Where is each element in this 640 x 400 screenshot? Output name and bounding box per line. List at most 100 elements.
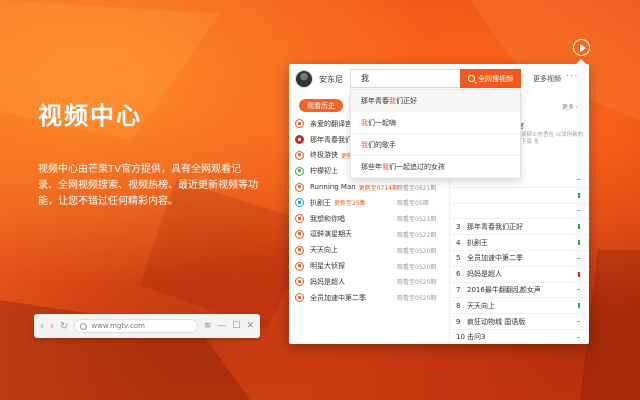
featured-subtitle: 法课谈硕士亦吾在 以法刑新的海华下底 化 bbox=[510, 132, 584, 145]
history-item-progress: 观看至0621期 bbox=[397, 184, 437, 192]
history-item-title: 我想和你唱 bbox=[310, 214, 345, 223]
ranking-number: 10 bbox=[456, 333, 465, 342]
suggestion-pre: 那年青春 bbox=[361, 96, 389, 105]
history-item-progress: 观看至05期 bbox=[397, 200, 429, 208]
ranking-item[interactable]: 5 全员加速中第二季 bbox=[450, 251, 589, 267]
history-item-title: 终极游侠 bbox=[310, 151, 338, 160]
history-item[interactable]: 扒剧王 更新至25集 观看至05期 bbox=[289, 195, 449, 211]
history-item[interactable]: 我想和你唱 观看至0521期 bbox=[289, 211, 449, 227]
history-item-title: 柠檬初上 bbox=[310, 167, 338, 176]
avatar[interactable] bbox=[295, 70, 313, 88]
suggestion-post: 们一起追过的女孩 bbox=[389, 162, 445, 171]
more-videos-link[interactable]: 更多视频 bbox=[533, 74, 561, 84]
forward-icon[interactable]: › bbox=[50, 321, 54, 332]
close-icon[interactable]: ✕ bbox=[246, 321, 254, 331]
channel-icon bbox=[295, 261, 304, 271]
reload-icon[interactable]: ↻ bbox=[60, 321, 68, 332]
search-input[interactable]: 我 bbox=[351, 73, 460, 84]
maximize-icon[interactable]: ☐ bbox=[232, 321, 240, 331]
ranking-number: 8 bbox=[456, 301, 461, 310]
channel-icon bbox=[295, 198, 304, 208]
suggestion-item[interactable]: 我们的歌手 bbox=[351, 134, 520, 156]
play-icon[interactable] bbox=[573, 39, 590, 56]
ranking-title: 疯狂动物城 国语版 bbox=[467, 317, 526, 326]
menu-icon[interactable]: ≡ bbox=[204, 321, 212, 331]
suggestion-item[interactable]: 那年青春我们正好 bbox=[351, 90, 520, 112]
history-item-title: 亲爱的翻译官 bbox=[310, 119, 352, 128]
suggestion-hl: 我 bbox=[361, 140, 368, 149]
ranking-item[interactable] bbox=[450, 188, 589, 204]
ranking-item[interactable]: 3 那年青春我们正好 bbox=[450, 219, 589, 236]
hero-description: 视频中心由芒果TV官方提供，具有全网观看记录、全网视频搜索、视频热榜、最近更新视… bbox=[38, 164, 258, 207]
history-item[interactable]: 天天向上 观看至0520期 bbox=[289, 242, 449, 258]
search-box: 我 全网搜视频 bbox=[350, 69, 521, 88]
suggestion-post: 们的歌手 bbox=[368, 140, 396, 149]
url-bar[interactable]: www.mgtv.com bbox=[74, 319, 198, 333]
featured-title[interactable]: 蜂官 bbox=[510, 122, 589, 131]
channel-icon bbox=[295, 119, 304, 129]
channel-icon bbox=[295, 182, 304, 192]
ranking-item[interactable]: 6 妈妈是超人 bbox=[450, 267, 589, 283]
ranking-item[interactable]: 9 疯狂动物城 国语版 bbox=[450, 314, 589, 330]
ranking-item[interactable]: 10 击问3 bbox=[450, 330, 589, 344]
history-item[interactable]: 逗鲜演星期天 观看至0522期 bbox=[289, 227, 449, 243]
history-item-title: 全员加速中第二季 bbox=[310, 293, 366, 302]
ranking-item[interactable] bbox=[450, 204, 589, 220]
hero-title: 视频中心 bbox=[38, 102, 142, 130]
suggestion-hl: 我 bbox=[382, 162, 389, 171]
channel-icon bbox=[295, 229, 304, 239]
ranking-item[interactable]: 4 扒剧王 bbox=[450, 235, 589, 251]
minimize-icon[interactable]: — bbox=[217, 321, 226, 331]
history-item-title: 明星大侦探 bbox=[310, 262, 345, 271]
ranking-number: 9 bbox=[456, 317, 461, 326]
history-item-title: 那年青春我们 bbox=[310, 135, 352, 144]
ranking-number: 3 bbox=[456, 222, 461, 231]
rankings-list: 3 那年青春我们正好 4 扒剧王 5 全员加速中第二季 6 妈妈是超人 7 2016最牛翻翻乱颜女… bbox=[450, 172, 589, 344]
trend-down-icon bbox=[578, 303, 580, 309]
history-item-progress: 观看至0520期 bbox=[397, 263, 437, 271]
ranking-title: 扒剧王 bbox=[467, 238, 488, 247]
trend-down-icon bbox=[578, 240, 580, 246]
history-item-title: Running Man bbox=[310, 183, 356, 192]
bg-shape bbox=[580, 250, 640, 400]
trend-flat-icon bbox=[577, 336, 580, 338]
suggestion-hl: 我 bbox=[361, 118, 368, 127]
search-icon bbox=[468, 75, 475, 82]
history-item[interactable]: 全员加速中第二季 观看至0520期 bbox=[289, 290, 449, 306]
more-options-icon[interactable]: ··· bbox=[566, 71, 579, 82]
ranking-title: 击问3 bbox=[467, 333, 486, 342]
ranking-number: 5 bbox=[456, 254, 461, 263]
trend-flat-icon bbox=[577, 257, 580, 259]
history-item-progress: 观看至0520期 bbox=[397, 279, 437, 287]
search-suggestions: 那年青春我们正好我们一起嗨我们的歌手 那些年我们一起追过的女孩 bbox=[350, 89, 521, 179]
ranking-title: 那年青春我们正好 bbox=[467, 222, 523, 231]
history-item-update: 更新至0714期 bbox=[358, 184, 398, 192]
ranking-item[interactable]: 8 天天向上 bbox=[450, 298, 589, 315]
ranking-item[interactable]: 7 2016最牛翻翻乱颜女声 bbox=[450, 283, 589, 299]
channel-icon bbox=[295, 277, 304, 287]
globe-icon bbox=[80, 322, 88, 330]
history-item-title: 妈妈是超人 bbox=[310, 277, 345, 286]
suggestion-item[interactable]: 那些年我们一起追过的女孩 bbox=[351, 156, 520, 178]
ranking-title: 天天向上 bbox=[467, 301, 495, 310]
suggestion-item[interactable]: 我们一起嗨 bbox=[351, 112, 520, 134]
tab-history[interactable]: 观看历史 bbox=[299, 99, 343, 112]
channel-icon bbox=[295, 166, 304, 176]
suggestion-hl: 我 bbox=[389, 96, 396, 105]
trend-flat-icon bbox=[577, 178, 580, 180]
suggestion-post: 们正好 bbox=[396, 96, 417, 105]
history-item[interactable]: 妈妈是超人 观看至0520期 bbox=[289, 274, 449, 290]
trend-flat-icon bbox=[577, 289, 580, 291]
rankings-more-link[interactable]: 更多 › bbox=[562, 102, 578, 111]
search-button-label: 全网搜视频 bbox=[478, 74, 513, 83]
username[interactable]: 安东尼 bbox=[319, 74, 343, 85]
trend-flat-icon bbox=[577, 321, 580, 323]
ranking-number: 7 bbox=[456, 285, 461, 294]
history-item-progress: 观看至0521期 bbox=[397, 216, 437, 224]
back-icon[interactable]: ‹ bbox=[40, 321, 44, 332]
history-item-update: 更新至25集 bbox=[334, 200, 366, 208]
history-item[interactable]: Running Man 更新至0714期 观看至0621期 bbox=[289, 179, 449, 195]
search-all-button[interactable]: 全网搜视频 bbox=[460, 69, 521, 88]
history-item[interactable]: 明星大侦探 观看至0520期 bbox=[289, 258, 449, 274]
history-item-progress: 观看至0520期 bbox=[397, 247, 437, 255]
